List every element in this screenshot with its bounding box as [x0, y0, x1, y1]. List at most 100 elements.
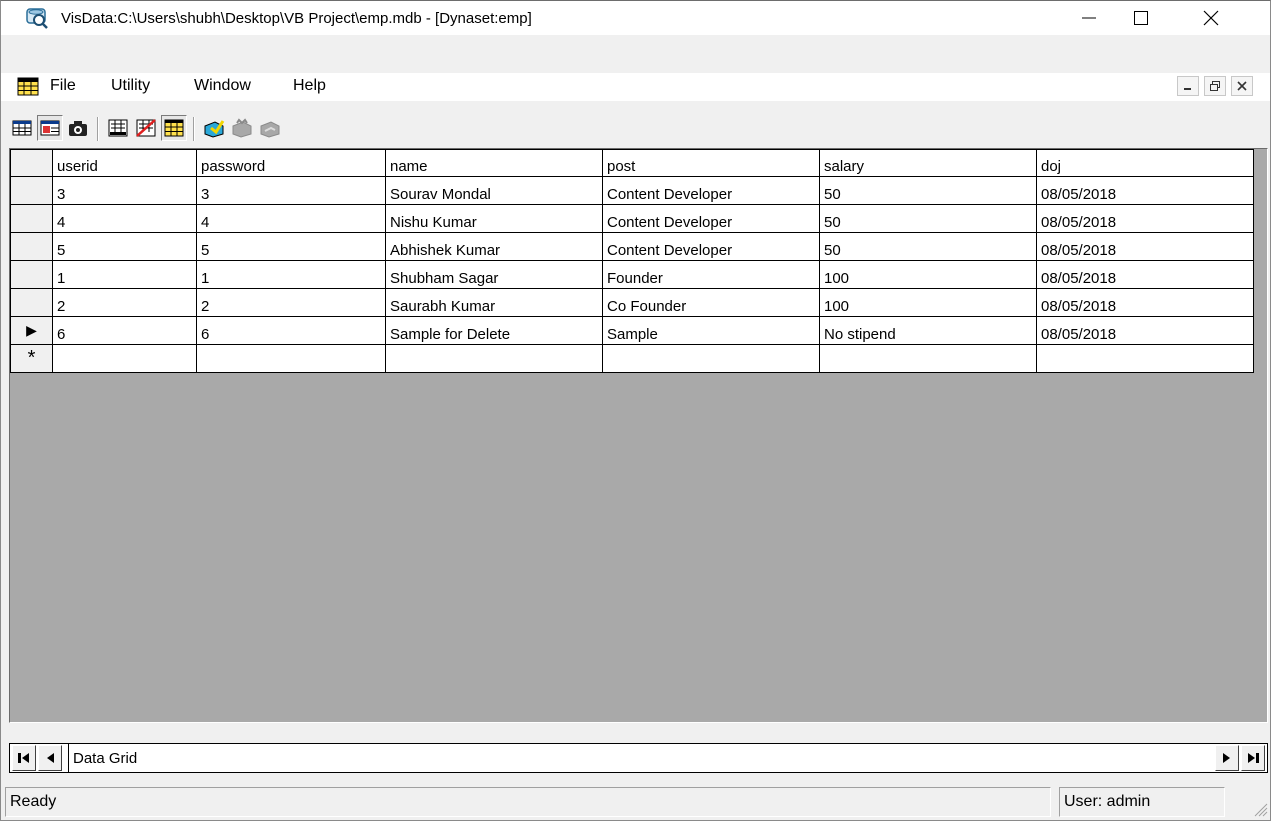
- previous-record-button[interactable]: [38, 745, 62, 771]
- cell-post[interactable]: Content Developer: [602, 176, 820, 205]
- close-button[interactable]: [1185, 1, 1237, 35]
- column-header-name[interactable]: name: [385, 149, 603, 177]
- cell-userid[interactable]: 3: [52, 176, 197, 205]
- title-bar[interactable]: VisData:C:\Users\shubh\Desktop\VB Projec…: [1, 1, 1270, 35]
- current-row-indicator[interactable]: ▶: [10, 316, 53, 345]
- cell-doj[interactable]: 08/05/2018: [1036, 260, 1254, 289]
- data-grid[interactable]: userid password name post salary doj 33S…: [9, 148, 1268, 723]
- cell-doj[interactable]: 08/05/2018: [1036, 288, 1254, 317]
- column-header-doj[interactable]: doj: [1036, 149, 1254, 177]
- cell-password[interactable]: 3: [196, 176, 386, 205]
- row-selector[interactable]: [10, 288, 53, 317]
- table-row[interactable]: 1 1 Shubham Sagar Founder 100 08/05/2018: [10, 260, 1254, 289]
- menu-file[interactable]: File: [44, 77, 82, 95]
- column-header-salary[interactable]: salary: [819, 149, 1037, 177]
- cell-name[interactable]: Saurabh Kumar: [385, 288, 603, 317]
- menu-window[interactable]: Window: [188, 77, 257, 95]
- new-record-row[interactable]: *: [10, 344, 1254, 373]
- cell-post[interactable]: Sample: [602, 316, 820, 345]
- menu-help[interactable]: Help: [287, 77, 332, 95]
- cell-userid[interactable]: 1: [52, 260, 197, 289]
- table-row[interactable]: 3 3 Sourav Mondal Content Developer 50 08/05/…: [10, 176, 1254, 205]
- cell-post[interactable]: Co Founder: [602, 288, 820, 317]
- next-record-button[interactable]: [1215, 745, 1239, 771]
- cell-salary[interactable]: 100: [819, 260, 1037, 289]
- new-cell-post[interactable]: [602, 344, 820, 373]
- cell-salary[interactable]: 50: [819, 176, 1037, 205]
- column-header-userid[interactable]: userid: [52, 149, 197, 177]
- menu-utility[interactable]: Utility: [105, 77, 156, 95]
- cell-userid[interactable]: 6: [52, 316, 197, 345]
- minimize-icon: [1184, 88, 1191, 90]
- mdi-close-button[interactable]: [1231, 76, 1253, 96]
- no-data-control-form-button[interactable]: [133, 115, 159, 141]
- new-cell-password[interactable]: [196, 344, 386, 373]
- cell-name[interactable]: Nishu Kumar: [385, 204, 603, 233]
- next-record-icon: [1223, 753, 1230, 763]
- mdi-minimize-button[interactable]: [1177, 76, 1199, 96]
- cell-post[interactable]: Content Developer: [602, 204, 820, 233]
- mdi-child-grid-icon[interactable]: [17, 76, 39, 98]
- data-grid-form-button[interactable]: [161, 115, 187, 141]
- toolbar: [1, 111, 1270, 147]
- dynaset-recordset-button[interactable]: [37, 115, 63, 141]
- cell-salary[interactable]: 100: [819, 288, 1037, 317]
- cell-salary[interactable]: 50: [819, 204, 1037, 233]
- table-row[interactable]: ▶ 6 6 Sample for Delete Sample No stipend 08/0…: [10, 316, 1254, 345]
- last-record-button[interactable]: [1241, 745, 1265, 771]
- cell-password[interactable]: 5: [196, 232, 386, 261]
- visdata-app-icon[interactable]: [25, 6, 49, 30]
- cell-salary[interactable]: 50: [819, 232, 1037, 261]
- cell-userid[interactable]: 4: [52, 204, 197, 233]
- cell-post[interactable]: Content Developer: [602, 232, 820, 261]
- row-selector[interactable]: [10, 260, 53, 289]
- new-cell-name[interactable]: [385, 344, 603, 373]
- minimize-button[interactable]: [1063, 1, 1115, 35]
- cell-post[interactable]: Founder: [602, 260, 820, 289]
- rollback-transaction-button: [257, 115, 283, 141]
- row-selector[interactable]: [10, 232, 53, 261]
- new-cell-userid[interactable]: [52, 344, 197, 373]
- cell-name[interactable]: Sourav Mondal: [385, 176, 603, 205]
- snapshot-recordset-button[interactable]: [65, 115, 91, 141]
- cell-userid[interactable]: 5: [52, 232, 197, 261]
- no-data-control-form-icon: [136, 119, 156, 137]
- resize-grip-icon[interactable]: [1250, 799, 1268, 817]
- cell-password[interactable]: 2: [196, 288, 386, 317]
- cell-name[interactable]: Shubham Sagar: [385, 260, 603, 289]
- dynaset-recordset-icon: [40, 120, 60, 136]
- data-grid-form-icon: [164, 119, 184, 137]
- begin-transaction-button[interactable]: [201, 115, 227, 141]
- cell-salary[interactable]: No stipend: [819, 316, 1037, 345]
- new-row-indicator[interactable]: *: [10, 344, 53, 373]
- snapshot-recordset-icon: [69, 121, 87, 136]
- column-header-post[interactable]: post: [602, 149, 820, 177]
- mdi-restore-button[interactable]: [1204, 76, 1226, 96]
- toolbar-separator: [97, 117, 99, 141]
- cell-doj[interactable]: 08/05/2018: [1036, 316, 1254, 345]
- table-row[interactable]: 2 2 Saurabh Kumar Co Founder 100 08/05/2018: [10, 288, 1254, 317]
- last-record-icon: [1248, 753, 1259, 763]
- window-title: VisData:C:\Users\shubh\Desktop\VB Projec…: [61, 10, 532, 27]
- table-row[interactable]: 5 5 Abhishek Kumar Content Developer 50 08/05…: [10, 232, 1254, 261]
- cell-doj[interactable]: 08/05/2018: [1036, 232, 1254, 261]
- column-header-password[interactable]: password: [196, 149, 386, 177]
- cell-password[interactable]: 6: [196, 316, 386, 345]
- table-recordset-button[interactable]: [9, 115, 35, 141]
- grid-corner[interactable]: [10, 149, 53, 177]
- table-row[interactable]: 4 4 Nishu Kumar Content Developer 50 08/05/20…: [10, 204, 1254, 233]
- new-cell-doj[interactable]: [1036, 344, 1254, 373]
- cell-name[interactable]: Sample for Delete: [385, 316, 603, 345]
- cell-password[interactable]: 4: [196, 204, 386, 233]
- data-control-form-button[interactable]: [105, 115, 131, 141]
- maximize-button[interactable]: [1115, 1, 1167, 35]
- first-record-button[interactable]: [12, 745, 36, 771]
- cell-doj[interactable]: 08/05/2018: [1036, 176, 1254, 205]
- cell-name[interactable]: Abhishek Kumar: [385, 232, 603, 261]
- row-selector[interactable]: [10, 204, 53, 233]
- row-selector[interactable]: [10, 176, 53, 205]
- cell-doj[interactable]: 08/05/2018: [1036, 204, 1254, 233]
- cell-userid[interactable]: 2: [52, 288, 197, 317]
- new-cell-salary[interactable]: [819, 344, 1037, 373]
- cell-password[interactable]: 1: [196, 260, 386, 289]
